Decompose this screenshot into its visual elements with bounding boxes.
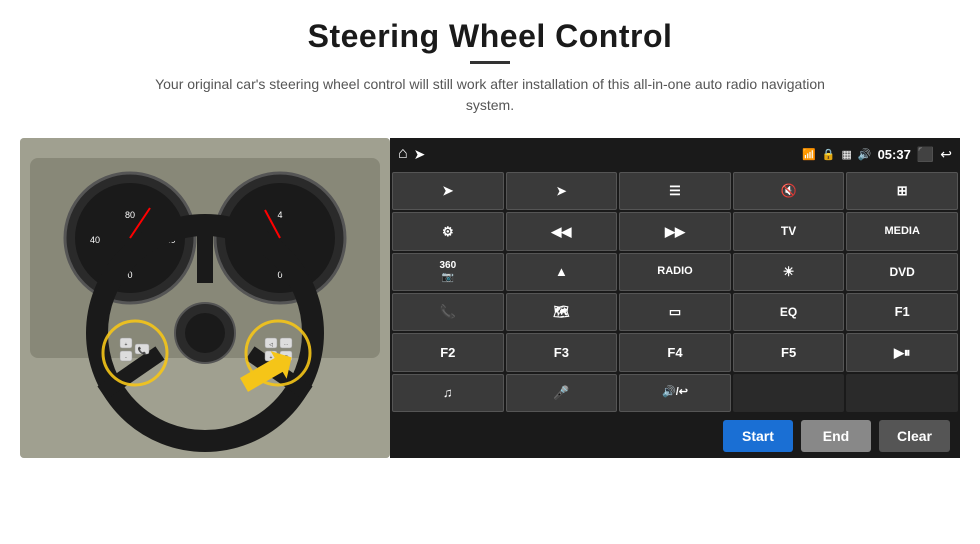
bt-icon: 🔊 [858, 148, 872, 161]
f2-btn[interactable]: F2 [392, 333, 504, 371]
camera-btn[interactable]: 360📷 [392, 253, 504, 291]
action-bar: Start End Clear [390, 414, 960, 458]
status-bar: ⌂ ➤ 📶 🔒 ▦ 🔊 05:37 ⬛ ↩ [390, 138, 960, 170]
phone-btn[interactable]: 📞 [392, 293, 504, 331]
mode-btn[interactable]: ➤ [506, 172, 618, 210]
content-area: 80 0 40 120 4 0 [20, 138, 960, 478]
start-button[interactable]: Start [723, 420, 793, 452]
title-section: Steering Wheel Control Your original car… [130, 18, 850, 116]
page-subtitle: Your original car's steering wheel contr… [130, 74, 850, 116]
eject-btn[interactable]: ▲ [506, 253, 618, 291]
page-title: Steering Wheel Control [130, 18, 850, 55]
dvd-btn[interactable]: DVD [846, 253, 958, 291]
eq-btn[interactable]: EQ [733, 293, 845, 331]
navigate-icon[interactable]: ➤ [414, 146, 426, 163]
back-icon[interactable]: ↩ [940, 146, 952, 163]
page-container: Steering Wheel Control Your original car… [0, 0, 980, 544]
radio-btn[interactable]: RADIO [619, 253, 731, 291]
prev-btn[interactable]: ◀◀ [506, 212, 618, 250]
lock-icon: 🔒 [822, 148, 836, 161]
next-btn[interactable]: ▶▶ [619, 212, 731, 250]
cast-icon[interactable]: ⬛ [917, 146, 934, 163]
empty-btn-1 [733, 374, 845, 412]
svg-text:+: + [125, 342, 128, 348]
svg-text:4: 4 [277, 210, 282, 220]
settings-btn[interactable]: ⚙ [392, 212, 504, 250]
svg-text:📞: 📞 [138, 346, 147, 355]
apps-btn[interactable]: ⊞ [846, 172, 958, 210]
control-panel: ⌂ ➤ 📶 🔒 ▦ 🔊 05:37 ⬛ ↩ ➤ ➤ ☰ [390, 138, 960, 458]
clear-button[interactable]: Clear [879, 420, 950, 452]
list-btn[interactable]: ☰ [619, 172, 731, 210]
f5-btn[interactable]: F5 [733, 333, 845, 371]
status-left: ⌂ ➤ [398, 145, 425, 163]
screen-btn[interactable]: ▭ [619, 293, 731, 331]
svg-text:◁: ◁ [269, 342, 273, 348]
tv-btn[interactable]: TV [733, 212, 845, 250]
end-button[interactable]: End [801, 420, 871, 452]
f4-btn[interactable]: F4 [619, 333, 731, 371]
title-divider [470, 61, 510, 64]
media-btn[interactable]: MEDIA [846, 212, 958, 250]
volphone-btn[interactable]: 🔊/↩ [619, 374, 731, 412]
wifi-icon: 📶 [802, 148, 816, 161]
brightness-btn[interactable]: ☀ [733, 253, 845, 291]
mic-btn[interactable]: 🎤 [506, 374, 618, 412]
sd-icon: ▦ [841, 148, 851, 161]
clock: 05:37 [878, 147, 911, 162]
mute-btn[interactable]: 🔇 [733, 172, 845, 210]
playpause-btn[interactable]: ▶⏸ [846, 333, 958, 371]
f3-btn[interactable]: F3 [506, 333, 618, 371]
empty-btn-2 [846, 374, 958, 412]
button-grid: ➤ ➤ ☰ 🔇 ⊞ ⚙ ◀◀ ▶▶ TV MEDIA 360📷 ▲ RADIO … [390, 170, 960, 414]
status-right: 📶 🔒 ▦ 🔊 05:37 ⬛ ↩ [802, 146, 952, 163]
nav-btn[interactable]: ➤ [392, 172, 504, 210]
steering-wheel-image: 80 0 40 120 4 0 [20, 138, 390, 458]
svg-text:80: 80 [125, 210, 135, 220]
f1-btn[interactable]: F1 [846, 293, 958, 331]
svg-text:⋯: ⋯ [284, 342, 289, 348]
home-icon[interactable]: ⌂ [398, 145, 408, 163]
svg-text:40: 40 [90, 235, 100, 245]
map-btn[interactable]: 🗺 [506, 293, 618, 331]
music-btn[interactable]: ♫ [392, 374, 504, 412]
